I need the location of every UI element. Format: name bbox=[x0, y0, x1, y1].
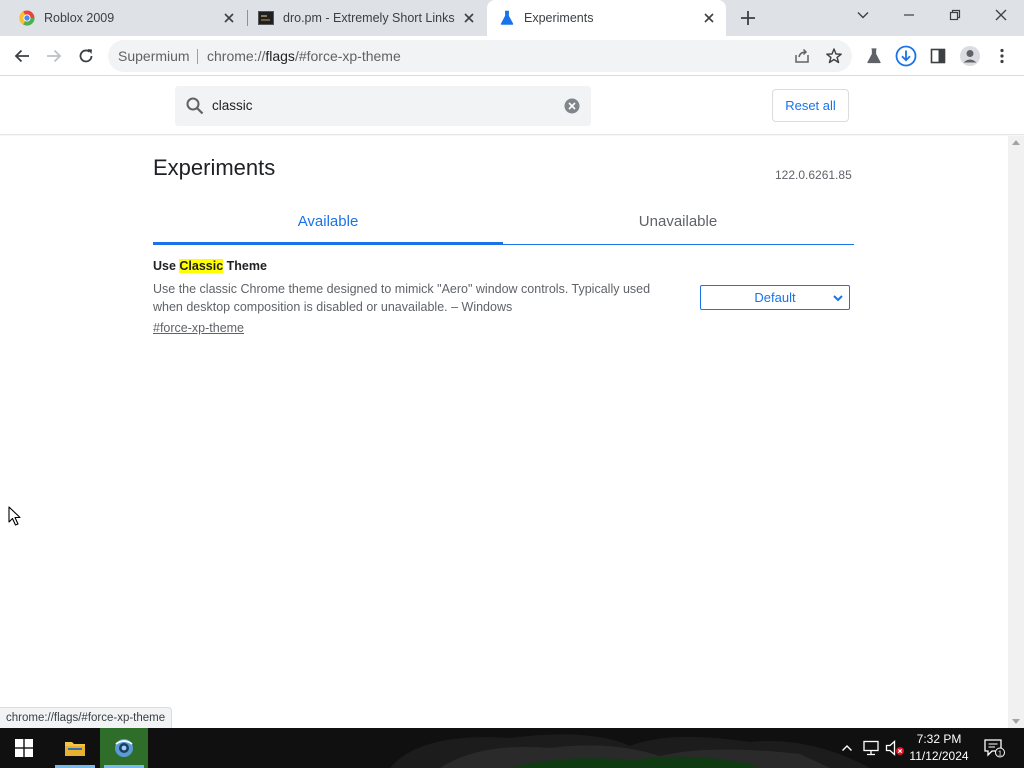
restore-icon bbox=[949, 9, 961, 21]
close-icon bbox=[995, 9, 1007, 21]
search-icon bbox=[186, 97, 204, 115]
wallpaper-peek bbox=[390, 734, 870, 768]
action-center-button[interactable]: 1 bbox=[980, 728, 1008, 768]
side-panel-icon bbox=[930, 48, 946, 64]
page-scrollbar[interactable] bbox=[1008, 136, 1024, 728]
clear-search-icon[interactable] bbox=[564, 98, 580, 114]
flask-icon bbox=[500, 10, 514, 25]
url-path: /#force-xp-theme bbox=[294, 48, 401, 64]
scroll-up-arrow-icon[interactable] bbox=[1012, 140, 1020, 145]
profile-button[interactable] bbox=[958, 44, 982, 68]
kebab-menu-icon bbox=[1000, 48, 1004, 64]
downloads-button[interactable] bbox=[894, 44, 918, 68]
back-button[interactable] bbox=[10, 44, 34, 68]
download-icon bbox=[895, 45, 917, 67]
new-tab-plus-icon[interactable] bbox=[736, 6, 760, 30]
site-favicon-icon bbox=[258, 11, 274, 25]
chromium-logo-icon bbox=[19, 10, 35, 26]
taskbar-supermium[interactable] bbox=[100, 728, 148, 768]
reload-button[interactable] bbox=[74, 44, 98, 68]
experiment-state-select[interactable]: Default bbox=[700, 285, 850, 310]
flags-search-box[interactable]: classic bbox=[175, 86, 591, 126]
notification-icon: 1 bbox=[984, 739, 1005, 758]
experiment-title-prefix: Use bbox=[153, 259, 180, 273]
bookmark-button[interactable] bbox=[822, 44, 846, 68]
side-panel-button[interactable] bbox=[926, 44, 950, 68]
clock-date: 11/12/2024 bbox=[909, 749, 969, 763]
experiment-permalink[interactable]: #force-xp-theme bbox=[153, 321, 244, 335]
page-title: Experiments bbox=[153, 155, 276, 180]
flags-header: classic Reset all bbox=[0, 77, 1024, 135]
tab-dro-pm[interactable]: dro.pm - Extremely Short Links bbox=[248, 0, 486, 36]
address-bar[interactable]: Supermium chrome://flags/#force-xp-theme bbox=[108, 40, 852, 72]
tab-title: Roblox 2009 bbox=[44, 11, 115, 25]
network-tray-button[interactable] bbox=[860, 728, 882, 768]
share-icon bbox=[795, 48, 809, 63]
close-tab-icon[interactable] bbox=[701, 10, 717, 26]
flags-tabs: Available Unavailable bbox=[153, 198, 854, 245]
chevron-down-icon bbox=[857, 12, 869, 19]
arrow-right-icon bbox=[47, 49, 62, 63]
tab-unavailable[interactable]: Unavailable bbox=[503, 198, 853, 244]
omnibox-divider bbox=[197, 49, 198, 64]
forward-button[interactable] bbox=[42, 44, 66, 68]
show-hidden-icons-button[interactable] bbox=[838, 728, 856, 768]
site-chip: Supermium bbox=[118, 48, 190, 64]
chevron-down-icon bbox=[833, 295, 843, 302]
tab-title: dro.pm - Extremely Short Links bbox=[283, 11, 455, 25]
url-text: chrome://flags/#force-xp-theme bbox=[207, 48, 401, 64]
labs-button[interactable] bbox=[862, 44, 886, 68]
version-label: 122.0.6261.85 bbox=[775, 168, 852, 182]
mouse-pointer-icon bbox=[8, 506, 21, 526]
scroll-down-arrow-icon[interactable] bbox=[1012, 719, 1020, 724]
network-icon bbox=[863, 740, 879, 756]
active-tab-indicator bbox=[153, 242, 503, 244]
tab-title: Experiments bbox=[524, 11, 594, 25]
tab-experiments[interactable]: Experiments bbox=[487, 0, 726, 36]
tab-roblox-2009[interactable]: Roblox 2009 bbox=[0, 0, 246, 36]
experiment-title: Use Classic Theme bbox=[153, 259, 267, 273]
flask-icon bbox=[867, 48, 881, 64]
start-button[interactable] bbox=[0, 728, 48, 768]
close-tab-icon[interactable] bbox=[461, 10, 477, 26]
search-input[interactable]: classic bbox=[212, 98, 253, 113]
url-scheme: chrome:// bbox=[207, 48, 266, 64]
volume-tray-button[interactable] bbox=[884, 728, 906, 768]
arrow-left-icon bbox=[14, 49, 29, 63]
minimize-icon bbox=[904, 14, 914, 16]
status-bubble: chrome://flags/#force-xp-theme bbox=[0, 707, 173, 728]
tab-available[interactable]: Available bbox=[153, 198, 503, 244]
speaker-muted-icon bbox=[885, 740, 904, 756]
reload-icon bbox=[79, 49, 93, 63]
browser-toolbar: Supermium chrome://flags/#force-xp-theme bbox=[0, 36, 1024, 76]
restore-button[interactable] bbox=[932, 0, 978, 30]
close-window-button[interactable] bbox=[978, 0, 1024, 30]
windows-taskbar: 7:32 PM 11/12/2024 1 bbox=[0, 728, 1024, 768]
minimize-button[interactable] bbox=[886, 0, 932, 30]
taskbar-clock[interactable]: 7:32 PM 11/12/2024 bbox=[904, 731, 974, 765]
windows-logo-icon bbox=[15, 739, 33, 757]
close-tab-icon[interactable] bbox=[221, 10, 237, 26]
taskbar-file-explorer[interactable] bbox=[51, 728, 99, 768]
star-icon bbox=[826, 48, 842, 64]
selected-option: Default bbox=[754, 290, 796, 305]
supermium-browser-icon bbox=[115, 739, 133, 757]
notification-count: 1 bbox=[998, 748, 1002, 757]
reset-all-button[interactable]: Reset all bbox=[772, 89, 849, 122]
menu-button[interactable] bbox=[990, 44, 1014, 68]
experiment-title-suffix: Theme bbox=[223, 259, 267, 273]
flags-content: Experiments 122.0.6261.85 Available Unav… bbox=[0, 136, 1008, 728]
tab-strip: Roblox 2009 dro.pm - Extremely Short Lin… bbox=[0, 0, 1024, 36]
share-button[interactable] bbox=[790, 44, 814, 68]
experiment-description: Use the classic Chrome theme designed to… bbox=[153, 282, 651, 314]
tab-search-button[interactable] bbox=[840, 0, 886, 30]
folder-icon bbox=[65, 742, 85, 756]
avatar-icon bbox=[960, 46, 980, 66]
clock-time: 7:32 PM bbox=[916, 732, 962, 746]
url-host: flags bbox=[265, 48, 295, 64]
search-match-highlight: Classic bbox=[179, 259, 224, 273]
screen: { "browser": { "tabs": [ {"title": "Robl… bbox=[0, 0, 1024, 768]
chevron-up-icon bbox=[842, 745, 852, 751]
